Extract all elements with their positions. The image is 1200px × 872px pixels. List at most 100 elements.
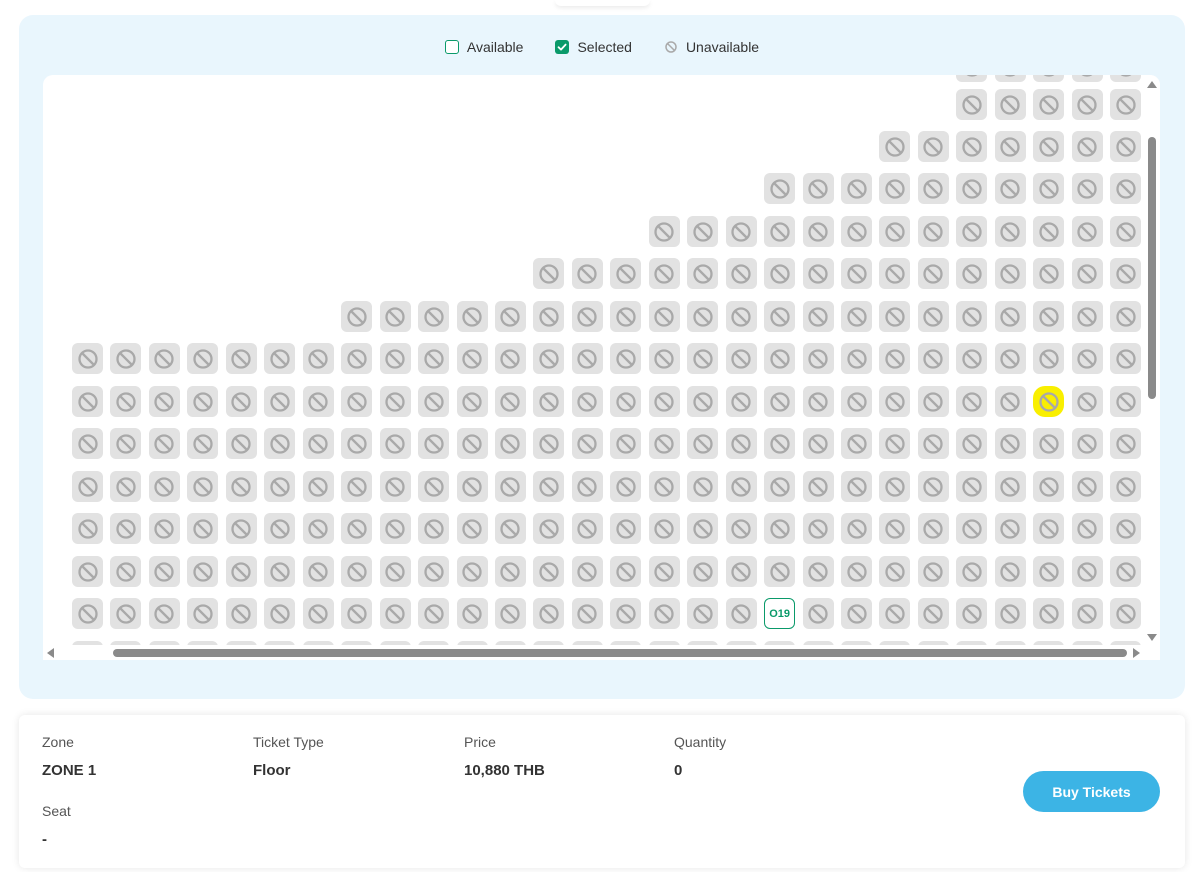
- seat-unavailable[interactable]: [187, 556, 219, 587]
- seat-unavailable[interactable]: [1033, 75, 1065, 82]
- seat-unavailable[interactable]: [1110, 216, 1142, 247]
- seat-unavailable[interactable]: [1033, 343, 1065, 374]
- seat-unavailable[interactable]: [994, 75, 1026, 82]
- seat-unavailable[interactable]: [687, 216, 719, 247]
- seat-unavailable[interactable]: [687, 428, 719, 459]
- seat-unavailable[interactable]: [148, 556, 180, 587]
- seat-unavailable[interactable]: [533, 471, 565, 502]
- seat-unavailable[interactable]: [571, 556, 603, 587]
- seat-unavailable[interactable]: [418, 343, 450, 374]
- seat-unavailable[interactable]: [494, 343, 526, 374]
- seat-unavailable[interactable]: [994, 556, 1026, 587]
- seat-unavailable[interactable]: [148, 513, 180, 544]
- seat-unavailable[interactable]: [764, 173, 796, 204]
- seat-unavailable[interactable]: [302, 386, 334, 417]
- seat-unavailable[interactable]: [1071, 386, 1103, 417]
- seat-unavailable[interactable]: [1110, 428, 1142, 459]
- seat-unavailable[interactable]: [418, 428, 450, 459]
- seat-unavailable[interactable]: [917, 428, 949, 459]
- seat-unavailable[interactable]: [956, 598, 988, 629]
- seat-unavailable[interactable]: [917, 471, 949, 502]
- seat-unavailable[interactable]: [879, 131, 911, 162]
- seat-unavailable[interactable]: [1033, 428, 1065, 459]
- seat-unavailable[interactable]: [802, 513, 834, 544]
- seat-unavailable[interactable]: [610, 428, 642, 459]
- seat-unavailable[interactable]: [456, 301, 488, 332]
- vertical-scroll-thumb[interactable]: [1148, 137, 1156, 399]
- seat-unavailable[interactable]: [1033, 89, 1065, 120]
- seat-unavailable[interactable]: [533, 513, 565, 544]
- seat-unavailable[interactable]: [764, 343, 796, 374]
- seat-unavailable[interactable]: [264, 598, 296, 629]
- seat-unavailable[interactable]: [764, 216, 796, 247]
- seat-unavailable[interactable]: [1071, 131, 1103, 162]
- seat-unavailable[interactable]: [687, 513, 719, 544]
- seat-unavailable[interactable]: [1071, 513, 1103, 544]
- seat-unavailable[interactable]: [571, 301, 603, 332]
- seat-unavailable[interactable]: [1033, 258, 1065, 289]
- seat-unavailable[interactable]: [802, 386, 834, 417]
- seat-unavailable[interactable]: [110, 556, 142, 587]
- seat-unavailable[interactable]: [841, 513, 872, 544]
- seat-unavailable[interactable]: [379, 471, 411, 502]
- seat-unavailable[interactable]: [533, 301, 565, 332]
- seat-unavailable[interactable]: [1071, 173, 1103, 204]
- seat-unavailable[interactable]: [648, 556, 680, 587]
- seat-unavailable[interactable]: [917, 513, 949, 544]
- scroll-right-icon[interactable]: [1133, 648, 1140, 658]
- seat-unavailable[interactable]: [725, 343, 757, 374]
- seat-unavailable[interactable]: [1110, 343, 1142, 374]
- seat-unavailable[interactable]: [494, 556, 526, 587]
- seat-unavailable[interactable]: [148, 598, 180, 629]
- seat-unavailable[interactable]: [841, 428, 872, 459]
- seat-unavailable[interactable]: [879, 471, 911, 502]
- seat-unavailable[interactable]: [879, 258, 911, 289]
- seat-unavailable[interactable]: [725, 301, 757, 332]
- seat-unavailable[interactable]: [110, 428, 142, 459]
- seat-unavailable[interactable]: [648, 513, 680, 544]
- seat-unavailable[interactable]: [802, 471, 834, 502]
- seat-unavailable[interactable]: [994, 386, 1026, 417]
- seat-unavailable[interactable]: [110, 471, 142, 502]
- seat-unavailable[interactable]: [917, 258, 949, 289]
- seat-unavailable[interactable]: [956, 75, 988, 82]
- seat-unavailable[interactable]: [341, 301, 373, 332]
- seat-unavailable[interactable]: [225, 513, 257, 544]
- horizontal-scrollbar[interactable]: [43, 645, 1160, 660]
- seat-unavailable[interactable]: [956, 343, 988, 374]
- seat-unavailable[interactable]: [456, 471, 488, 502]
- seat-unavailable[interactable]: [1071, 471, 1103, 502]
- seat-unavailable[interactable]: [841, 173, 872, 204]
- seat-unavailable[interactable]: [687, 343, 719, 374]
- vertical-scrollbar[interactable]: [1144, 75, 1160, 645]
- seat-unavailable[interactable]: [610, 471, 642, 502]
- seat-unavailable[interactable]: [994, 258, 1026, 289]
- seat-unavailable[interactable]: [1071, 89, 1103, 120]
- seat-unavailable[interactable]: [72, 513, 103, 544]
- seat-unavailable[interactable]: [264, 343, 296, 374]
- seat-unavailable[interactable]: [302, 513, 334, 544]
- seat-unavailable[interactable]: [571, 428, 603, 459]
- seat-unavailable[interactable]: [187, 386, 219, 417]
- seat-unavailable[interactable]: [571, 386, 603, 417]
- seat-unavailable[interactable]: [687, 471, 719, 502]
- seat-unavailable[interactable]: [1071, 428, 1103, 459]
- seat-unavailable[interactable]: [879, 301, 911, 332]
- seat-unavailable[interactable]: [725, 258, 757, 289]
- seat-unavailable[interactable]: [264, 556, 296, 587]
- seat-unavailable[interactable]: [148, 343, 180, 374]
- seat-unavailable[interactable]: [725, 513, 757, 544]
- seat-unavailable[interactable]: [341, 428, 373, 459]
- seat-unavailable[interactable]: [571, 471, 603, 502]
- seat-unavailable[interactable]: [1110, 386, 1142, 417]
- seat-unavailable[interactable]: [802, 258, 834, 289]
- seat-unavailable[interactable]: [764, 556, 796, 587]
- seat-unavailable[interactable]: [225, 598, 257, 629]
- seat-unavailable[interactable]: [994, 513, 1026, 544]
- seat-unavailable[interactable]: [418, 556, 450, 587]
- seat-unavailable[interactable]: [725, 428, 757, 459]
- seat-unavailable[interactable]: [610, 556, 642, 587]
- seat-unavailable[interactable]: [1110, 513, 1142, 544]
- seat-unavailable[interactable]: [533, 386, 565, 417]
- seat-unavailable[interactable]: [1110, 258, 1142, 289]
